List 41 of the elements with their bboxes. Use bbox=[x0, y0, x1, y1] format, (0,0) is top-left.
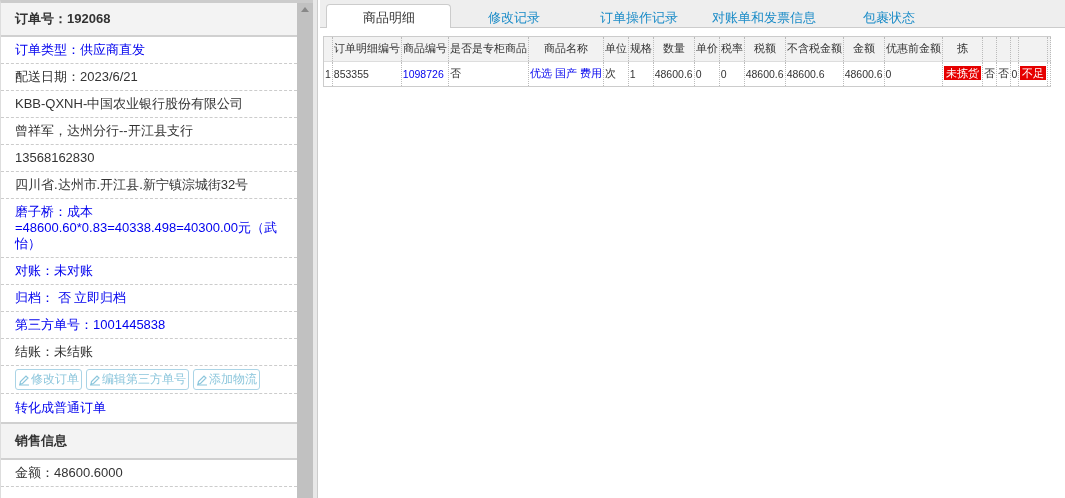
order-number-title: 订单号：192068 bbox=[1, 3, 297, 37]
table-cell: 853355 bbox=[332, 61, 402, 86]
column-header: 商品编号 bbox=[401, 37, 449, 62]
column-header: 优惠前金额 bbox=[884, 37, 943, 62]
table-cell[interactable]: 1098726 bbox=[401, 61, 449, 86]
column-header: 订单明细编号 bbox=[332, 37, 402, 62]
column-header: 单位 bbox=[603, 37, 629, 62]
table-cell: 否 bbox=[982, 61, 997, 86]
pencil-icon bbox=[89, 373, 101, 386]
table-cell: 48600.6 bbox=[785, 61, 844, 86]
column-header: 数量 bbox=[653, 37, 695, 62]
table-cell: 1 bbox=[324, 61, 333, 86]
scrollbar[interactable] bbox=[297, 0, 313, 498]
table-cell: 48600.6 bbox=[744, 61, 786, 86]
scroll-up-icon[interactable] bbox=[301, 7, 309, 12]
status-label: 未拣货 bbox=[943, 66, 981, 80]
table-cell: 48600.6 bbox=[653, 61, 695, 86]
column-header: 拣 bbox=[942, 37, 983, 62]
pencil-icon bbox=[196, 373, 208, 386]
column-header: 单价 bbox=[694, 37, 720, 62]
table-cell: 48600.6 bbox=[843, 61, 885, 86]
column-header: 商品名称 bbox=[528, 37, 604, 62]
table-cell: 否 bbox=[448, 61, 529, 86]
table-cell: 0 bbox=[694, 61, 720, 86]
table-cell: 0 bbox=[1010, 61, 1019, 86]
table-cell[interactable]: 优选 国产 费用 bbox=[528, 61, 604, 86]
table-cell: 次 bbox=[603, 61, 629, 86]
tab[interactable]: 商品明细 bbox=[326, 4, 451, 28]
table-cell: 0 bbox=[719, 61, 745, 86]
column-header: 不含税金额 bbox=[785, 37, 844, 62]
table-cell: 否 bbox=[996, 61, 1011, 86]
column-header: 金额 bbox=[843, 37, 885, 62]
column-header: 税率 bbox=[719, 37, 745, 62]
column-header: 是否是专柜商品 bbox=[448, 37, 529, 62]
column-header: 税额 bbox=[744, 37, 786, 62]
status-label: 不足 bbox=[1020, 66, 1047, 80]
sales-info-title: 销售信息 bbox=[1, 424, 297, 460]
table-cell: 0 bbox=[884, 61, 943, 86]
table-cell: 1 bbox=[628, 61, 654, 86]
column-header: 规格 bbox=[628, 37, 654, 62]
pencil-icon bbox=[18, 373, 30, 386]
